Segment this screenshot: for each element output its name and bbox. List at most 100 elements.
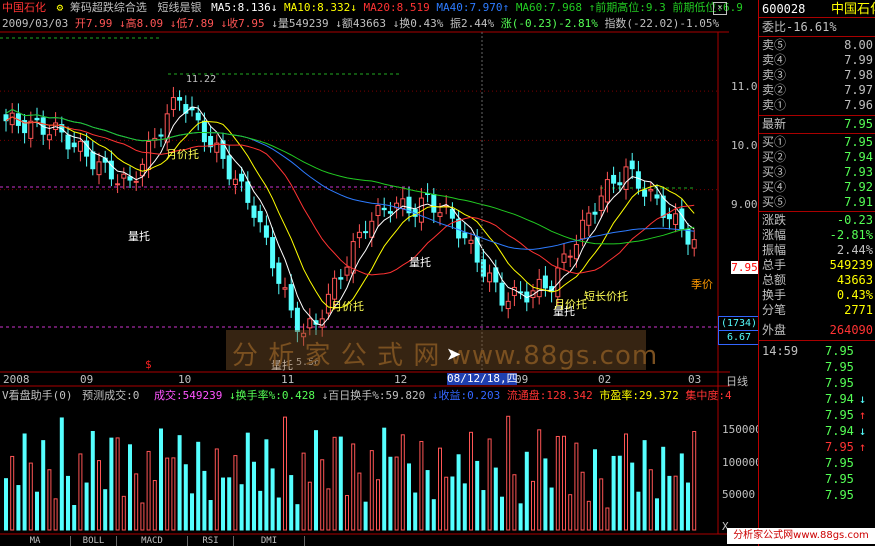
buy-label: 买⑤: [762, 195, 787, 209]
sell-price: 7.99: [844, 53, 873, 67]
volume-bar: [388, 456, 393, 531]
volume-bar: [258, 490, 263, 531]
candle-body: [642, 189, 648, 197]
candle-body: [592, 211, 598, 215]
tick-row: 7.95: [759, 472, 875, 487]
sell-row[interactable]: 卖① 7.96: [759, 98, 875, 113]
quote-title-row: 600028 中国石化: [759, 2, 875, 17]
sell-label: 卖②: [762, 83, 787, 97]
buy-price: 7.92: [844, 180, 873, 194]
volume-bar: [630, 462, 635, 531]
volume-bar: [593, 449, 597, 531]
divider: [759, 211, 875, 212]
quote-code: 600028: [762, 2, 806, 16]
volume-bar: [413, 492, 418, 531]
candle-body: [487, 272, 493, 283]
buy-row[interactable]: 买⑤ 7.91: [759, 195, 875, 210]
divider: [759, 36, 875, 37]
high-readout: ↓高8.09: [118, 17, 164, 30]
candle-body: [65, 134, 71, 150]
volume-bar: [90, 430, 95, 531]
stat-row: 总额43663最低: [759, 273, 875, 288]
candle-body: [375, 204, 381, 217]
tab-macd[interactable]: MACD: [117, 536, 188, 546]
volume-bar: [568, 494, 573, 531]
volume-bar: [500, 496, 504, 531]
tab-dmi[interactable]: DMI: [234, 536, 305, 546]
volume-bar: [10, 455, 15, 531]
volume-bar: [692, 430, 697, 531]
volume-indicator-title[interactable]: V看盘助手(0): [2, 389, 73, 402]
change-readout: 涨(-0.23)-2.81%: [500, 17, 598, 30]
kline-chart[interactable]: [0, 0, 730, 546]
tick-price: 7.95: [825, 360, 854, 374]
close-icon[interactable]: ✕: [713, 2, 727, 15]
tick-arrow: ↓: [859, 392, 867, 406]
tick-row: 7.95: [759, 360, 875, 375]
volume-bar: [431, 499, 436, 531]
x-label-10: 10: [178, 373, 192, 386]
volume-bar: [283, 416, 287, 531]
candle-body: [90, 151, 96, 170]
divider: [759, 115, 875, 116]
volume-bar: [524, 451, 529, 531]
ma20-readout: MA20:8.519: [363, 1, 430, 14]
candle-body: [691, 239, 697, 249]
ma5-readout: MA5:8.136↓: [211, 1, 278, 14]
stat-row: 分笔2771均笔: [759, 303, 875, 318]
sell-price: 8.00: [844, 38, 873, 52]
volume-bar: [214, 448, 219, 531]
volume-bar: [531, 480, 535, 531]
candle-body: [580, 219, 586, 240]
volume-bar: [97, 460, 101, 531]
candle-body: [685, 228, 691, 245]
candle-body: [499, 282, 505, 306]
sell-row[interactable]: 卖④ 7.99: [759, 53, 875, 68]
vol-tick-150000: 150000: [722, 423, 762, 436]
volume-bar: [369, 450, 374, 531]
volume-bar: [276, 497, 281, 531]
tick-time: 14:59: [762, 344, 799, 358]
buy-row[interactable]: 买① 7.95: [759, 135, 875, 150]
buy-row[interactable]: 买④ 7.92: [759, 180, 875, 195]
volume-bar: [202, 470, 207, 531]
stat-row: 外盘264090内盘: [759, 323, 875, 338]
candle-body: [617, 182, 623, 186]
candle-body: [71, 142, 77, 148]
candle-body: [201, 120, 207, 143]
period-label[interactable]: 日线: [726, 373, 748, 389]
volume-bar: [35, 491, 39, 531]
low-readout: ↓低7.89: [169, 17, 214, 30]
tick-row: 7.94 ↓: [759, 424, 875, 439]
volume-bar: [648, 469, 653, 531]
sell-row[interactable]: 卖② 7.97: [759, 83, 875, 98]
candle-body: [282, 287, 288, 290]
candle-body: [245, 181, 251, 203]
candle-body: [666, 213, 672, 220]
turnover-readout: ↓换0.43%: [392, 17, 444, 30]
stat-label: 总手: [762, 258, 787, 272]
volume-bar: [574, 442, 579, 531]
candle-body: [77, 140, 83, 152]
buy-row[interactable]: 买③ 7.93: [759, 165, 875, 180]
sell-row[interactable]: 卖③ 7.98: [759, 68, 875, 83]
divider: [759, 133, 875, 134]
tab-boll[interactable]: BOLL: [71, 536, 117, 546]
tab-rsi[interactable]: RSI: [188, 536, 234, 546]
volume-bar: [363, 501, 368, 531]
buy-row[interactable]: 买② 7.94: [759, 150, 875, 165]
stat-label: 振幅: [762, 243, 787, 257]
volume-bar: [543, 458, 548, 531]
tick-arrow: ↓: [859, 424, 867, 438]
tick-price: 7.95: [825, 440, 854, 454]
candle-body: [356, 231, 362, 239]
volume-bar: [121, 495, 126, 531]
tab-ma[interactable]: MA: [0, 536, 71, 546]
indicator-name[interactable]: 筹码超跌综合选: [70, 1, 147, 14]
candle-body: [635, 171, 641, 189]
gear-icon[interactable]: ⚙: [57, 1, 64, 14]
tick-row: 7.95: [759, 488, 875, 503]
candle-body: [226, 155, 232, 180]
sell-row[interactable]: 卖⑤ 8.00: [759, 38, 875, 53]
annot-liangtuo-3: 量托: [409, 256, 431, 269]
